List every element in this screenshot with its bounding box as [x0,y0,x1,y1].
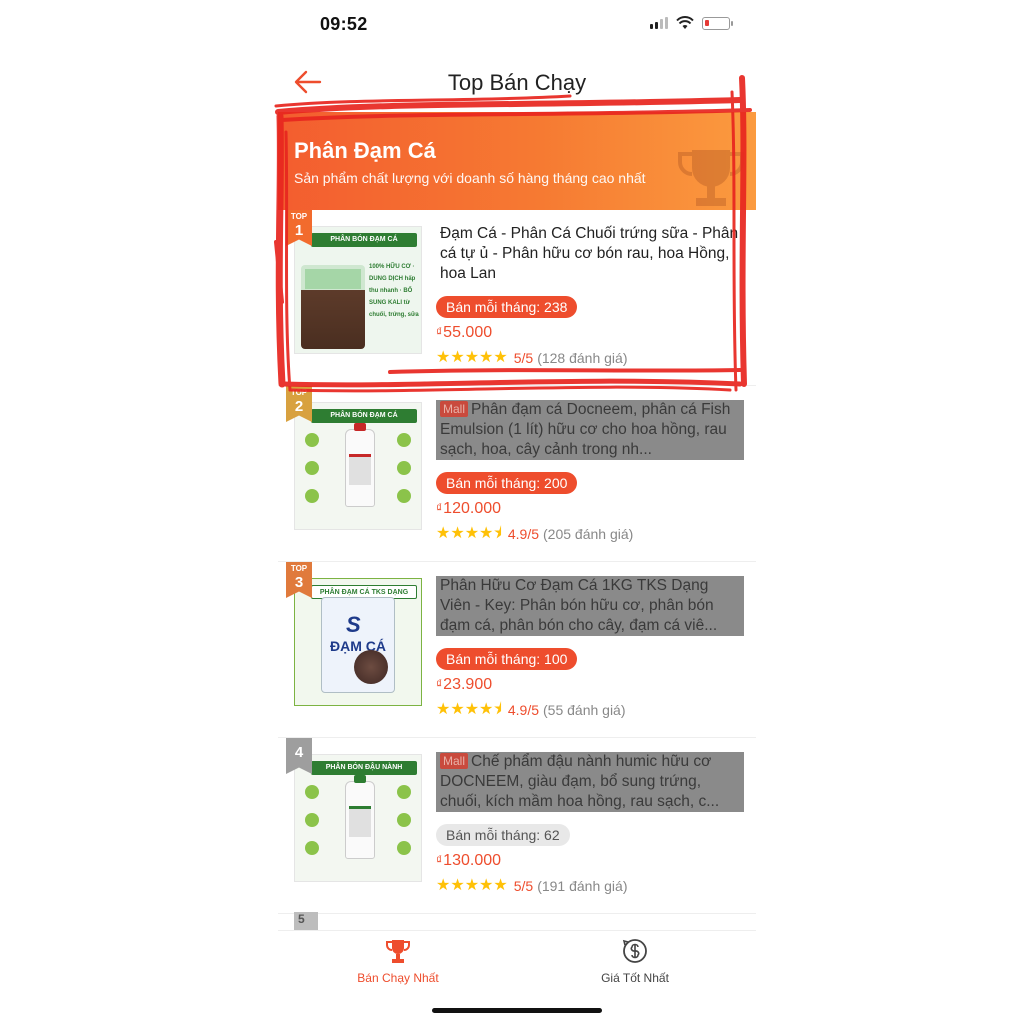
product-title[interactable]: Mall Chế phẩm đậu nành humic hữu cơ DOCNE… [436,752,744,812]
rating-row: ★★★★⯨ 4.9/5 (205 đánh giá) [436,525,744,543]
home-indicator [432,1008,602,1013]
product-info: Mall Phân đạm cá Docneem, phân cá Fish Em… [436,400,744,542]
rank-badge-peek: 5 [294,912,318,932]
product-title[interactable]: Mall Phân đạm cá Docneem, phân cá Fish Em… [436,400,744,460]
rating-score: 5/5 [513,878,534,894]
thumb-notes: 100% HỮU CƠ · DUNG DỊCH hấp thu nhanh · … [369,264,419,318]
category-banner: Phân Đạm Cá Sản phẩm chất lượng với doan… [278,112,756,210]
product-title[interactable]: Đạm Cá - Phân Cá Chuối trứng sữa - Phân … [436,224,744,284]
nav-header: Top Bán Chạy [278,58,756,108]
bottom-tab-bar: Bán Chạy Nhất Giá Tốt Nhất [278,930,756,992]
product-item-1[interactable]: PHÂN BÓN ĐẠM CÁ 100% HỮU CƠ · DUNG DỊCH … [278,210,756,386]
monthly-sales-badge: Bán mỗi tháng: 238 [436,296,578,318]
status-time: 09:52 [320,14,368,34]
mall-badge: Mall [440,401,469,417]
bottle-image [345,423,375,507]
rating-score: 4.9/5 [507,526,539,542]
wifi-icon [676,16,694,29]
review-count: (205 đánh giá) [543,526,634,542]
product-title[interactable]: Phân Hữu Cơ Đạm Cá 1KG TKS Dạng Viên - K… [436,576,744,636]
status-bar: 09:52 [278,0,756,50]
battery-icon [702,16,733,30]
thumb-label: PHÂN BÓN ĐẬU NÀNH [311,761,417,775]
product-item-3[interactable]: PHÂN ĐẠM CÁ TKS DẠNG VIÊN S ĐẠM CÁ TOP 3… [278,562,756,738]
status-icons [650,16,733,30]
rating-stars-icon: ★★★★★ [436,877,508,894]
banner-title: Phân Đạm Cá [294,138,436,163]
tab-best-selling[interactable]: Bán Chạy Nhất [338,937,458,985]
product-item-4[interactable]: PHÂN BÓN ĐẬU NÀNH 4 Mall Chế phẩm đậu nàn… [278,738,756,914]
banner-subtitle: Sản phẩm chất lượng với doanh số hàng th… [294,170,646,186]
bottle-image [345,775,375,859]
rating-stars-icon: ★★★★⯨ [436,701,502,718]
tab-best-price[interactable]: Giá Tốt Nhất [575,937,695,985]
bag-image: S ĐẠM CÁ [321,597,395,693]
tab-label: Giá Tốt Nhất [601,971,669,985]
monthly-sales-badge: Bán mỗi tháng: 62 [436,824,570,846]
monthly-sales-badge: Bán mỗi tháng: 200 [436,472,578,494]
trophy-watermark-icon [678,150,744,206]
price-tag-icon [622,939,647,963]
product-image[interactable]: PHÂN BÓN ĐẠM CÁ [294,402,422,530]
product-jars-image [301,265,365,349]
product-price: ₫130.000 [436,852,502,869]
rating-score: 4.9/5 [507,702,539,718]
signal-icon [650,17,668,29]
product-info: Mall Chế phẩm đậu nành humic hữu cơ DOCNE… [436,752,744,894]
trophy-icon [386,940,410,963]
rating-row: ★★★★★ 5/5 (191 đánh giá) [436,877,744,895]
thumb-label: PHÂN BÓN ĐẠM CÁ [311,233,417,247]
rating-stars-icon: ★★★★★ [436,349,508,366]
product-price: ₫55.000 [436,324,493,341]
mall-badge: Mall [440,753,469,769]
review-count: (191 đánh giá) [537,878,628,894]
product-image[interactable]: PHÂN ĐẠM CÁ TKS DẠNG VIÊN S ĐẠM CÁ [294,578,422,706]
thumb-label: PHÂN BÓN ĐẠM CÁ [311,409,417,423]
product-info: Đạm Cá - Phân Cá Chuối trứng sữa - Phân … [436,224,744,366]
tab-label: Bán Chạy Nhất [357,971,439,985]
product-price: ₫23.900 [436,676,493,693]
page-title: Top Bán Chạy [447,70,587,95]
review-count: (55 đánh giá) [543,702,626,718]
rating-row: ★★★★⯨ 4.9/5 (55 đánh giá) [436,701,744,719]
rating-stars-icon: ★★★★⯨ [436,525,502,542]
product-item-2[interactable]: PHÂN BÓN ĐẠM CÁ TOP 2 Mall Phân đạm cá Do… [278,386,756,562]
review-count: (128 đánh giá) [537,350,628,366]
phone-screen: 09:52 Top Bán Chạy Phân Đạm Cá Sản phẩm … [278,0,756,1024]
rating-score: 5/5 [513,350,534,366]
product-info: Phân Hữu Cơ Đạm Cá 1KG TKS Dạng Viên - K… [436,576,744,718]
product-price: ₫120.000 [436,500,502,517]
product-image[interactable]: PHÂN BÓN ĐẬU NÀNH [294,754,422,882]
monthly-sales-badge: Bán mỗi tháng: 100 [436,648,578,670]
product-image[interactable]: PHÂN BÓN ĐẠM CÁ 100% HỮU CƠ · DUNG DỊCH … [294,226,422,354]
rating-row: ★★★★★ 5/5 (128 đánh giá) [436,349,744,367]
